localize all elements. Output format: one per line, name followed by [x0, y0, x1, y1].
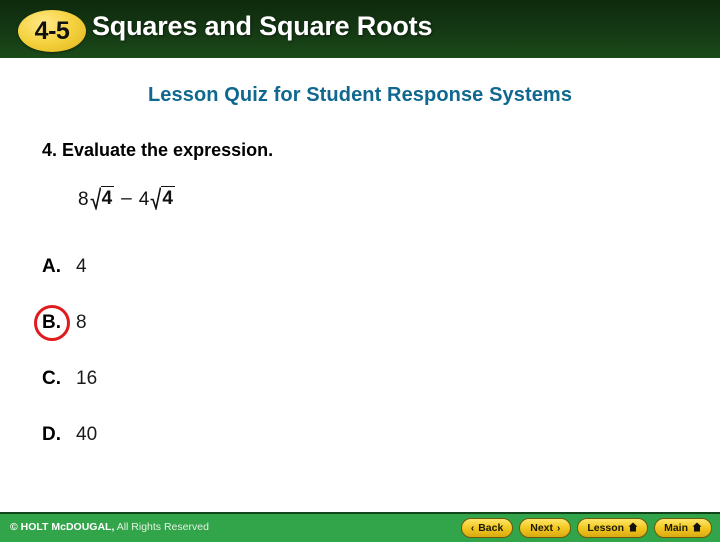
answer-value-a: 4 [76, 256, 87, 277]
term1-coefficient: 8 [78, 189, 89, 210]
expression-operator: – [121, 188, 132, 209]
question-text: 4. Evaluate the expression. [42, 140, 274, 160]
answer-choices: A. 4 B. 8 C. 16 D. 40 [34, 248, 342, 472]
answer-label-b: B. [42, 312, 61, 333]
answer-label-a: A. [42, 256, 61, 277]
main-button[interactable]: Main [654, 518, 712, 538]
copyright-rights: All Rights Reserved [114, 521, 209, 533]
slide-header: 4-5 Squares and Square Roots [0, 0, 720, 58]
lesson-title: Squares and Square Roots [92, 11, 433, 41]
home-icon [628, 522, 638, 535]
copyright-text: © HOLT McDOUGAL, All Rights Reserved [10, 521, 209, 533]
lesson-number-badge: 4-5 [18, 10, 86, 52]
answer-choice-a[interactable]: A. 4 [42, 248, 342, 304]
term2-coefficient: 4 [138, 189, 150, 210]
radical-sign-2: 4 [150, 186, 175, 210]
back-button[interactable]: ‹ Back [460, 518, 514, 538]
back-button-label: Back [478, 522, 504, 534]
answer-value-b: 8 [76, 312, 87, 333]
slide-body: Lesson Quiz for Student Response Systems… [0, 58, 720, 512]
lesson-number-text: 4-5 [34, 16, 70, 45]
main-button-label: Main [664, 522, 688, 534]
slide-footer: © HOLT McDOUGAL, All Rights Reserved ‹ B… [0, 512, 720, 542]
copyright-brand: © HOLT McDOUGAL, [10, 521, 115, 533]
chevron-left-icon: ‹ [470, 522, 475, 534]
next-button-label: Next [530, 522, 554, 534]
answer-choice-b[interactable]: B. 8 [34, 304, 342, 360]
answer-value-d: 40 [76, 424, 98, 445]
quiz-subtitle: Lesson Quiz for Student Response Systems [147, 84, 573, 106]
lesson-button[interactable]: Lesson [577, 518, 649, 538]
answer-choice-c[interactable]: C. 16 [42, 360, 342, 416]
answer-choice-d[interactable]: D. 40 [42, 416, 342, 472]
chevron-right-icon: › [557, 522, 561, 534]
answer-label-c: C. [42, 368, 61, 389]
navigation-buttons: ‹ Back Next › Lesson Main [460, 518, 712, 538]
next-button[interactable]: Next › [519, 518, 572, 538]
answer-value-c: 16 [76, 368, 98, 389]
lesson-button-label: Lesson [587, 522, 625, 534]
home-icon [692, 522, 702, 535]
math-expression: 8 4 – 4 4 [78, 186, 175, 210]
radical-sign-1: 4 [90, 186, 115, 210]
answer-label-d: D. [42, 424, 61, 445]
term1-radicand: 4 [100, 186, 115, 209]
term2-radicand: 4 [161, 186, 175, 209]
